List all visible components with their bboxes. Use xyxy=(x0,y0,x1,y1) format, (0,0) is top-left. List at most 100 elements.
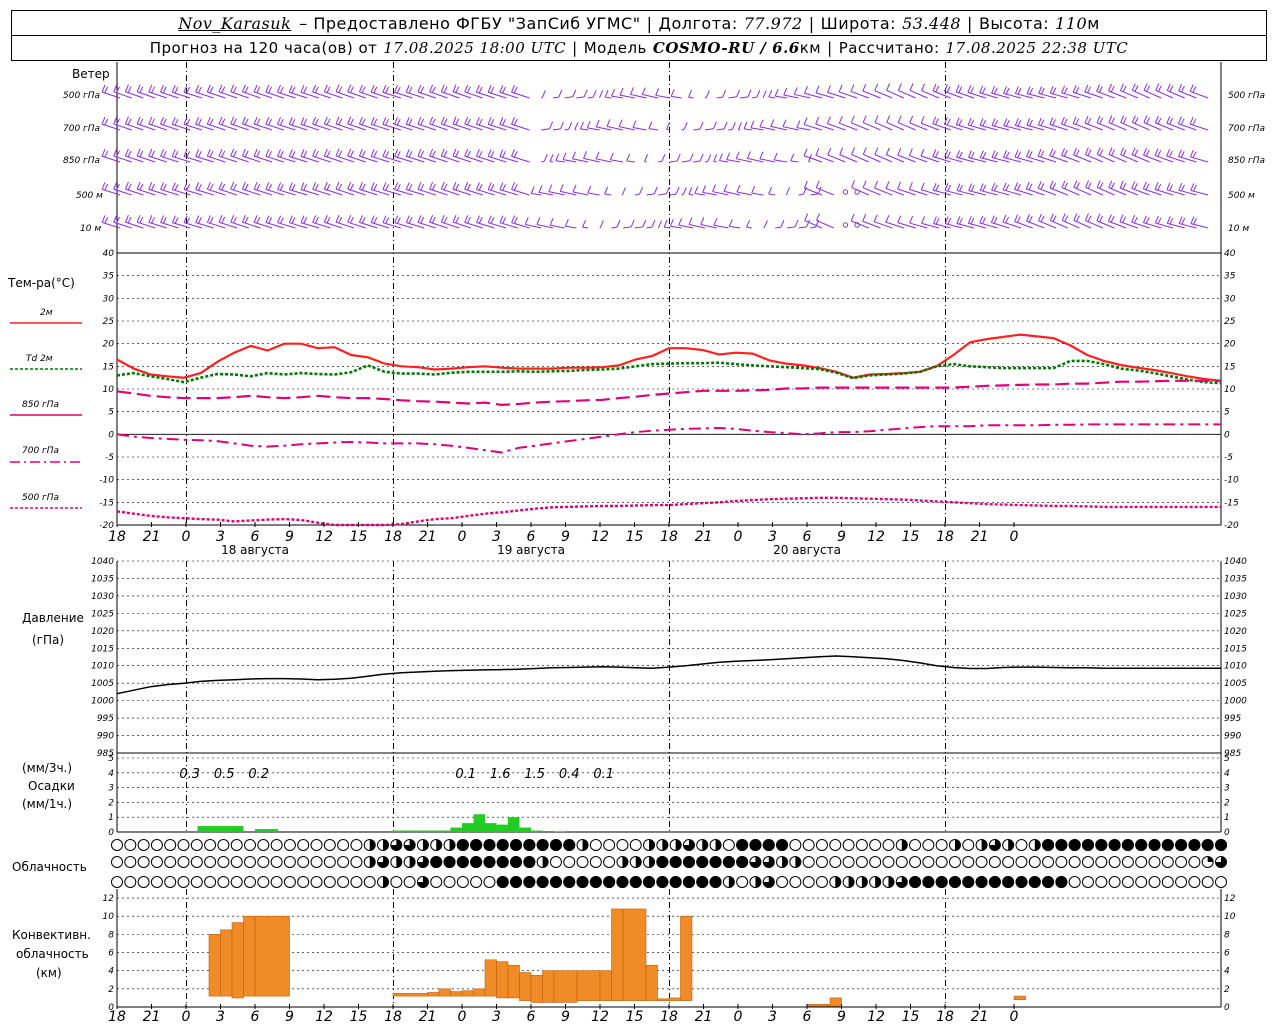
wind-barb-feather xyxy=(1119,214,1124,222)
precip-tick-right: 3 xyxy=(1224,784,1230,794)
wind-barb-feather xyxy=(678,217,683,226)
wind-barb-feather xyxy=(174,151,179,158)
conv-tick-right: 0 xyxy=(1224,1003,1230,1013)
wind-barb xyxy=(670,225,682,229)
wind-barb-feather xyxy=(490,217,495,224)
wind-barb-feather xyxy=(1087,182,1092,189)
temp-axis-hour-label: 0 xyxy=(458,529,467,545)
wind-barb-feather xyxy=(763,220,768,228)
cloud-fill-full xyxy=(948,876,961,888)
cloud-circle xyxy=(603,839,616,851)
wind-barb-feather xyxy=(1166,83,1171,91)
wind-barb-feather xyxy=(326,183,331,191)
wind-barb-feather xyxy=(897,115,902,123)
cloud-fill-full xyxy=(696,856,709,868)
wind-barb-feather xyxy=(1145,183,1150,191)
cloud-circle xyxy=(589,839,602,851)
wind-barb-feather xyxy=(1122,216,1127,223)
wind-barb-feather xyxy=(1028,119,1033,127)
conv-bar xyxy=(553,970,578,1003)
wind-barb-feather xyxy=(885,214,890,223)
wind-barb xyxy=(648,128,659,131)
wind-barb-feather xyxy=(160,84,164,93)
wind-barb-feather xyxy=(909,83,914,91)
wind-barb-feather xyxy=(513,217,518,224)
precip-3h-sum: 0.1 xyxy=(593,767,614,782)
wind-barb-feather xyxy=(655,88,660,96)
cloud-circle xyxy=(909,839,922,851)
wind-barb xyxy=(587,127,600,131)
wind-barb-feather xyxy=(1131,215,1136,223)
cloud-circle xyxy=(815,856,828,868)
bottom-axis-hour-label: 3 xyxy=(492,1009,501,1024)
wind-barb-feather xyxy=(253,215,258,223)
wind-barb-feather xyxy=(511,117,515,125)
wind-barb-feather xyxy=(1026,213,1030,222)
cloud-fill-full xyxy=(629,876,642,888)
wind-barb-feather xyxy=(101,215,106,223)
wind-barb-feather xyxy=(1120,147,1125,155)
wind-barb-feather xyxy=(1143,115,1148,123)
cloud-circle xyxy=(124,876,137,888)
wind-barb-feather xyxy=(932,83,937,92)
cloud-circle xyxy=(855,856,868,868)
wind-barb-feather xyxy=(405,149,410,157)
conv-title-2: облачность xyxy=(16,947,89,961)
precip-bar xyxy=(450,827,462,832)
wind-barb-feather xyxy=(499,149,504,157)
bottom-axis-hour-label: 3 xyxy=(768,1009,777,1024)
wind-barb-feather xyxy=(420,217,425,224)
cloud-fill-full xyxy=(696,876,709,888)
wind-barb-feather xyxy=(536,217,541,225)
wind-barb-feather xyxy=(1096,213,1101,222)
wind-barb-feather xyxy=(1108,83,1112,92)
wind-barb-feather xyxy=(499,182,504,190)
wind-barb-feather xyxy=(1075,118,1080,125)
wind-barb-feather xyxy=(253,148,258,157)
wind-barb xyxy=(564,96,573,99)
wind-barb xyxy=(552,96,559,99)
wind-barb-feather xyxy=(676,153,681,162)
wind-barb-feather xyxy=(991,85,996,94)
cloud-circle xyxy=(430,876,443,888)
wind-barb-feather xyxy=(1084,84,1089,93)
cloud-circle xyxy=(815,839,828,851)
wind-barb-feather xyxy=(700,217,705,225)
wind-barb-feather xyxy=(827,147,832,156)
wind-barb xyxy=(669,193,677,196)
bottom-axis-hour-label: 18 xyxy=(660,1009,678,1024)
wind-barb-feather xyxy=(1002,182,1007,191)
wind-barb-feather xyxy=(707,154,712,162)
wind-barb-feather xyxy=(746,151,751,159)
cloud-circle xyxy=(1042,856,1055,868)
wind-barb-feather xyxy=(373,118,378,126)
wind-barb-feather xyxy=(104,183,109,191)
wind-barb-feather xyxy=(452,181,457,190)
pressure-title: Давление xyxy=(22,611,84,625)
wind-barb-feather xyxy=(1061,213,1066,221)
wind-barb-feather xyxy=(947,184,952,192)
cloud-fill-half xyxy=(981,839,988,851)
wind-barb-feather xyxy=(455,118,460,126)
wind-barb-feather xyxy=(136,215,141,223)
wind-barb-feather xyxy=(124,84,129,92)
bottom-axis-hour-label: 12 xyxy=(591,1009,609,1024)
precip-title: Осадки xyxy=(28,779,75,793)
bottom-axis-hour-label: 21 xyxy=(419,1009,437,1024)
wind-barb-feather xyxy=(967,216,972,224)
wind-barb-feather xyxy=(396,184,401,191)
legend-t500-label: 500 гПа xyxy=(22,493,59,503)
wind-barb-feather xyxy=(815,180,820,188)
wind-barb-feather xyxy=(731,122,736,130)
temp-tick-right: 10 xyxy=(1224,385,1236,395)
wind-barb-feather xyxy=(408,86,413,94)
wind-barb-feather xyxy=(417,116,422,125)
pressure-tick-right: 1000 xyxy=(1224,697,1247,707)
cloud-circle xyxy=(1148,876,1161,888)
wind-barb-feather xyxy=(979,150,984,158)
cloud-circle xyxy=(470,876,483,888)
legend-td2m-label: Td 2м xyxy=(26,354,53,364)
cloud-circle xyxy=(137,839,150,851)
wind-barb-feather xyxy=(956,216,961,224)
cloud-fill-full xyxy=(1068,839,1081,851)
